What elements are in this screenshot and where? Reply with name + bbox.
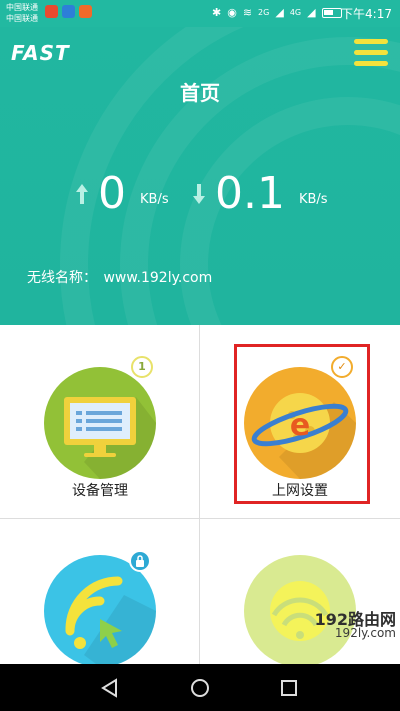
download-arrow-icon (193, 184, 205, 204)
svg-text:e: e (290, 408, 310, 443)
navigation-bar (0, 664, 400, 711)
brand-logo: FAST (11, 41, 70, 65)
network-type-2: 4G (289, 8, 302, 17)
upload-value: 0 (98, 168, 126, 219)
device-count-badge: 1 (131, 356, 153, 378)
download-speed: 0.1 KB/s (193, 172, 328, 216)
device-management-circle (44, 367, 156, 479)
device-management-label: 设备管理 (72, 483, 128, 499)
status-bar: 中国联通 中国联通 ✱ ◉ ≋ 2G ◢ 4G ◢ 下午4:17 (0, 0, 400, 27)
page-title: 首页 (180, 81, 220, 105)
send-icon (62, 5, 75, 18)
wifi-name-row: 无线名称： www.192ly.com (27, 267, 212, 287)
clock: 下午4:17 (341, 7, 392, 21)
monitor-icon (64, 397, 156, 479)
back-icon[interactable] (98, 676, 122, 700)
watermark-sub: 192ly.com (334, 626, 396, 640)
notification-icons (45, 5, 92, 18)
menu-button[interactable] (354, 39, 388, 67)
carrier-label-1: 中国联通 (6, 3, 38, 12)
device-management-tile[interactable]: 设备管理 (0, 325, 200, 519)
internet-settings-tile[interactable]: e 上网设置 (200, 325, 400, 519)
upload-arrow-icon (76, 184, 88, 204)
lock-badge (129, 550, 151, 572)
internet-settings-circle: e (244, 367, 356, 479)
internet-globe-icon: e (251, 393, 356, 479)
wireless-tile[interactable] (200, 519, 400, 667)
eye-icon: ◉ (227, 6, 237, 19)
wifi-name: www.192ly.com (103, 270, 213, 286)
wifi-status-icon: ≋ (242, 6, 253, 19)
download-value: 0.1 (215, 168, 285, 219)
system-icons: ✱ ◉ ≋ 2G ◢ 4G ◢ (212, 6, 342, 19)
weibo-icon (45, 5, 58, 18)
watermark: 192路由网 192ly.com (284, 606, 400, 642)
wifi-settings-tile[interactable] (0, 519, 200, 667)
checkmark-badge: ✓ (331, 356, 353, 378)
header-panel: FAST 首页 0 KB/s 0.1 KB/s 无线名称： www.192ly.… (0, 27, 400, 325)
upload-speed: 0 KB/s (76, 172, 169, 216)
signal-icon: ◢ (275, 6, 284, 19)
app-icon (79, 5, 92, 18)
bluetooth-icon: ✱ (212, 6, 222, 19)
battery-icon (321, 7, 342, 18)
recent-apps-icon[interactable] (277, 676, 301, 700)
signal-icon-2: ◢ (307, 6, 316, 19)
download-unit: KB/s (298, 191, 328, 207)
internet-settings-label: 上网设置 (272, 483, 328, 499)
lock-icon (136, 555, 144, 567)
wifi-label: 无线名称： (27, 270, 97, 286)
home-icon[interactable] (188, 676, 212, 700)
carrier-label-2: 中国联通 (6, 14, 38, 23)
upload-unit: KB/s (140, 191, 169, 207)
network-type-1: 2G (258, 8, 270, 17)
